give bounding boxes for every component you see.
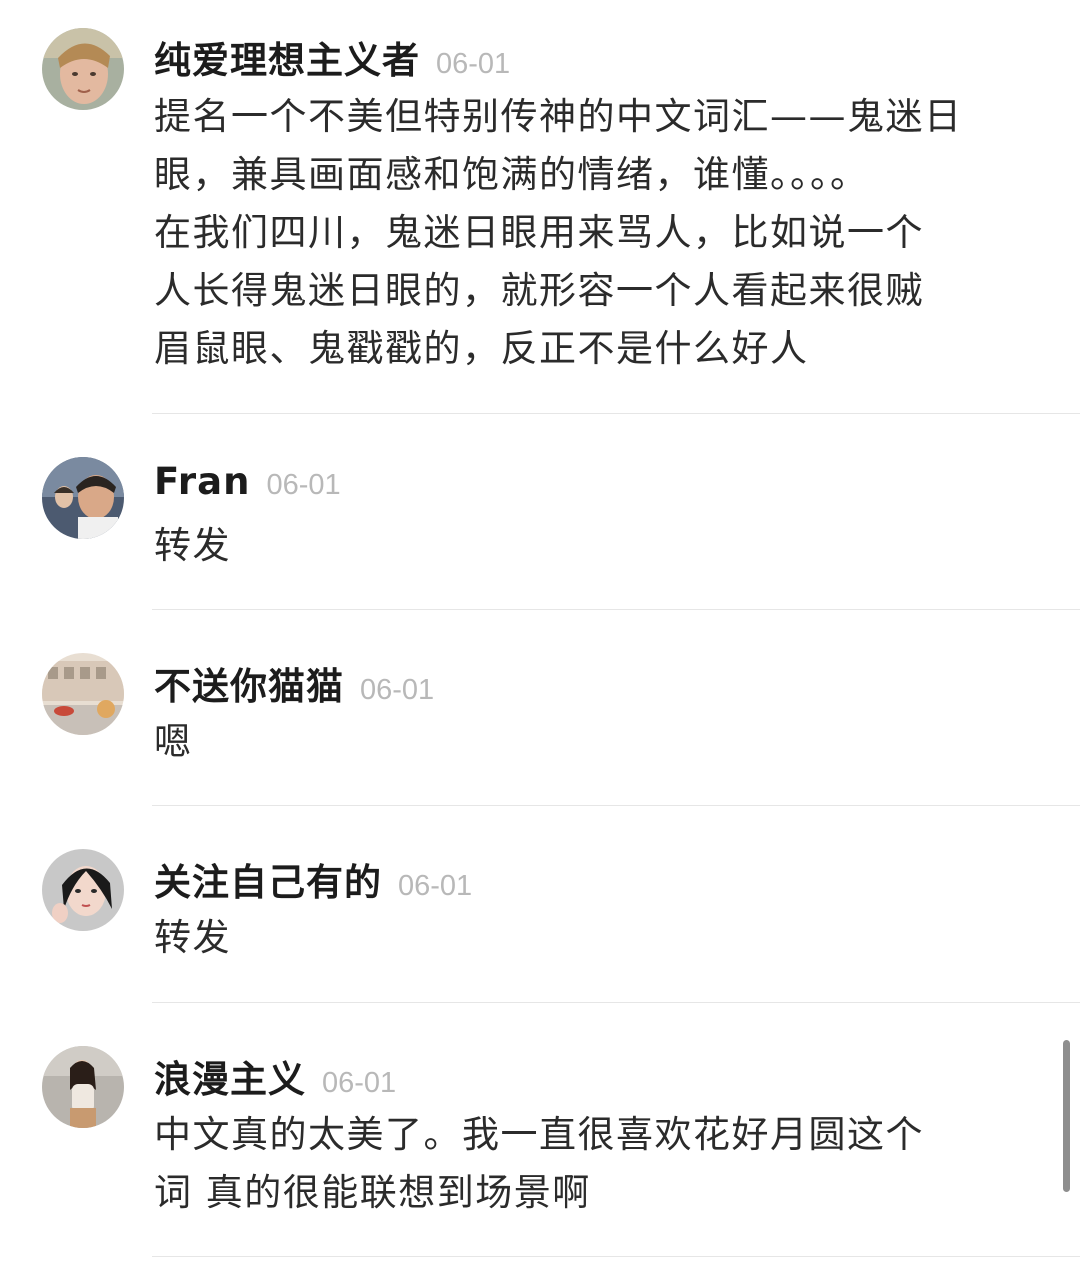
avatar-image: [42, 457, 124, 539]
comment-text: 嗯: [154, 713, 1054, 771]
comment-line: 眼，兼具画面感和饱满的情绪，谁懂。。。。: [154, 153, 869, 196]
comment-text: 转发: [154, 909, 1054, 967]
comment-line: 转发: [154, 916, 231, 959]
comment-meta: 不送你猫猫 06-01: [154, 656, 434, 710]
divider: [152, 609, 1080, 610]
username[interactable]: 浪漫主义: [154, 1049, 306, 1103]
username[interactable]: 不送你猫猫: [154, 656, 344, 710]
avatar[interactable]: [42, 28, 124, 110]
comment-time: 06-01: [360, 674, 435, 706]
comment-meta: 纯爱理想主义者 06-01: [154, 30, 510, 84]
avatar[interactable]: [42, 849, 124, 931]
username[interactable]: 关注自己有的: [154, 852, 382, 906]
comment-line: 中文真的太美了。我一直很喜欢花好月圆这个: [154, 1113, 924, 1156]
avatar-image: [42, 28, 124, 110]
comment-line: 人长得鬼迷日眼的，就形容一个人看起来很贼: [154, 269, 924, 312]
avatar-image: [42, 1046, 124, 1128]
comment-line: 眉鼠眼、鬼戳戳的，反正不是什么好人: [154, 327, 809, 370]
comment-text: 转发: [154, 517, 1054, 575]
avatar-image: [42, 849, 124, 931]
comment-text: 提名一个不美但特别传神的中文词汇——鬼迷日 眼，兼具画面感和饱满的情绪，谁懂。。…: [154, 88, 1054, 378]
comment-time: 06-01: [398, 870, 473, 902]
comment-line: 词 真的很能联想到场景啊: [154, 1171, 591, 1214]
comment-meta: Fran 06-01: [154, 460, 341, 503]
divider: [152, 413, 1080, 414]
comment-time: 06-01: [266, 469, 341, 501]
avatar[interactable]: [42, 1046, 124, 1128]
comment-line: 转发: [154, 524, 231, 567]
avatar[interactable]: [42, 457, 124, 539]
comment-line: 提名一个不美但特别传神的中文词汇——鬼迷日: [154, 95, 963, 138]
comment-meta: 浪漫主义 06-01: [154, 1049, 396, 1103]
comment-text: 中文真的太美了。我一直很喜欢花好月圆这个 词 真的很能联想到场景啊: [154, 1106, 1054, 1222]
divider: [152, 805, 1080, 806]
comment-line: 嗯: [154, 720, 193, 763]
comment-meta: 关注自己有的 06-01: [154, 852, 472, 906]
avatar-image: [42, 653, 124, 735]
username[interactable]: Fran: [154, 460, 250, 503]
comment-list: 纯爱理想主义者 06-01 提名一个不美但特别传神的中文词汇——鬼迷日 眼，兼具…: [0, 0, 1080, 1270]
divider: [152, 1002, 1080, 1003]
username[interactable]: 纯爱理想主义者: [154, 30, 420, 84]
comment-time: 06-01: [436, 48, 511, 80]
avatar[interactable]: [42, 653, 124, 735]
scrollbar[interactable]: [1063, 1040, 1070, 1192]
comment-time: 06-01: [322, 1067, 397, 1099]
comment-line: 在我们四川，鬼迷日眼用来骂人，比如说一个: [154, 211, 924, 254]
divider: [152, 1256, 1080, 1257]
